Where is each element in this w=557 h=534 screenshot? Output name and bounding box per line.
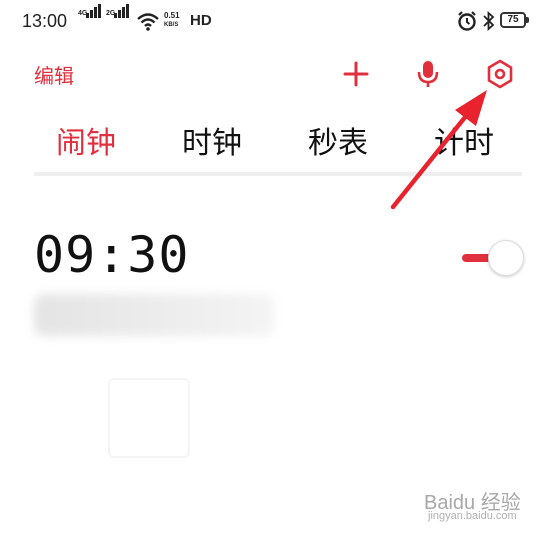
baidu-watermark-url: jingyan.baidu.com [428,510,517,522]
annotation-arrow-icon [390,90,487,210]
